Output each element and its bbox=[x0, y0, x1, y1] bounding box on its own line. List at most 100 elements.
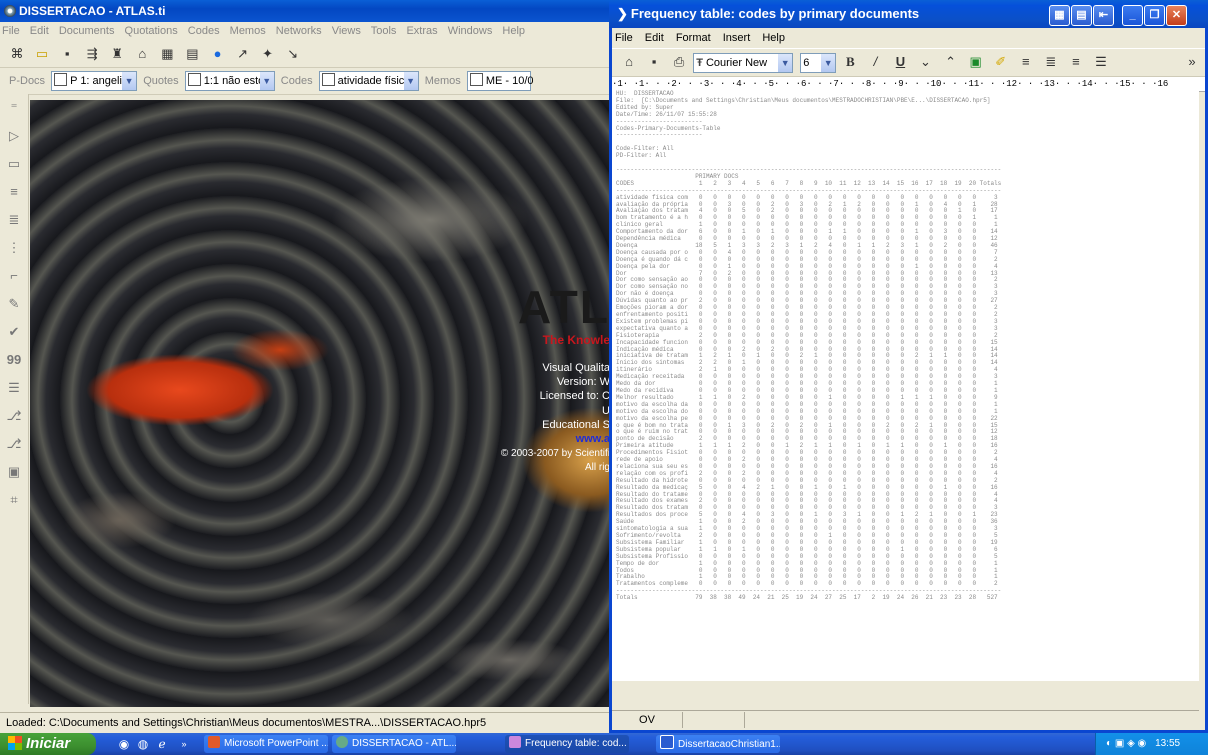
start-button[interactable]: Iniciar bbox=[0, 733, 96, 755]
frame-icon[interactable]: ▣ bbox=[4, 462, 24, 482]
save-icon[interactable]: ▪ bbox=[58, 45, 76, 63]
freq-menu-format[interactable]: Format bbox=[676, 32, 711, 44]
network-icon[interactable]: ⎇ bbox=[4, 406, 24, 426]
bullets-icon[interactable]: ☰ bbox=[1092, 53, 1110, 71]
tray-icon-3[interactable]: ◈ bbox=[1127, 738, 1135, 749]
document-manager-icon[interactable]: ▦ bbox=[158, 45, 176, 63]
highlighter-icon[interactable]: ✐ bbox=[992, 53, 1010, 71]
report-document[interactable]: HU: DISSERTACAO File: [C:\Documents and … bbox=[612, 89, 1199, 681]
pdocs-selector[interactable]: P 1: angelica ▼ bbox=[51, 71, 138, 91]
italic-icon[interactable]: / bbox=[866, 53, 884, 71]
menu-extras[interactable]: Extras bbox=[406, 25, 437, 37]
atlas-menu-bar: File Edit Documents Quotations Codes Mem… bbox=[0, 22, 610, 41]
color-icon[interactable]: ▣ bbox=[967, 53, 985, 71]
check-icon[interactable]: ✔ bbox=[4, 322, 24, 342]
font-name-select[interactable]: Ŧ Courier New ▼ bbox=[693, 53, 794, 73]
code-create-icon[interactable]: ≣ bbox=[4, 210, 24, 230]
menu-windows[interactable]: Windows bbox=[448, 25, 493, 37]
freq-menu-insert[interactable]: Insert bbox=[723, 32, 751, 44]
arrow-tool-icon[interactable]: ↗ bbox=[234, 45, 252, 63]
close-icon[interactable]: ✕ bbox=[1166, 5, 1187, 26]
menu-quotations[interactable]: Quotations bbox=[125, 25, 178, 37]
restore-pane-icon[interactable]: ⇤ bbox=[1093, 5, 1114, 26]
layout-icon[interactable]: ▦ bbox=[1049, 5, 1070, 26]
atlas-title-bar[interactable]: DISSERTACAO - ATLAS.ti bbox=[0, 0, 610, 22]
memos-selected: ME - 10/0 bbox=[485, 75, 534, 87]
network-link-icon[interactable]: ⎇ bbox=[4, 434, 24, 454]
chevron-down-icon[interactable]: ▼ bbox=[403, 72, 418, 90]
frequency-title-bar[interactable]: ❯ Frequency table: codes by primary docum… bbox=[609, 0, 1208, 28]
menu-tools[interactable]: Tools bbox=[371, 25, 397, 37]
chevron-down-icon[interactable]: ▼ bbox=[821, 54, 836, 72]
menu-codes[interactable]: Codes bbox=[188, 25, 220, 37]
menu-file[interactable]: File bbox=[2, 25, 20, 37]
quote-99-icon[interactable]: 99 bbox=[4, 350, 24, 370]
align-left-icon[interactable]: ≡ bbox=[1017, 53, 1035, 71]
code-tool-icon[interactable]: ⁼ bbox=[4, 98, 24, 118]
rectangle-icon[interactable]: ▭ bbox=[4, 154, 24, 174]
table-icon[interactable]: ▤ bbox=[183, 45, 201, 63]
underline-icon[interactable]: U bbox=[891, 53, 909, 71]
layout-2-icon[interactable]: ▤ bbox=[1071, 5, 1092, 26]
ie-icon[interactable]: ℯ bbox=[154, 736, 170, 752]
quotes-selector[interactable]: 1:1 não estou ▼ bbox=[184, 71, 275, 91]
pin-icon[interactable]: ✎ bbox=[4, 294, 24, 314]
menu-memos[interactable]: Memos bbox=[230, 25, 266, 37]
tray-icon-4[interactable]: ◉ bbox=[1138, 738, 1147, 749]
frequency-status-bar: OV bbox=[612, 710, 1199, 729]
chevron-down-icon[interactable]: ⌄ bbox=[917, 53, 935, 71]
minimize-icon[interactable]: _ bbox=[1122, 5, 1143, 26]
grid-icon[interactable]: ⌗ bbox=[4, 490, 24, 510]
in-vivo-icon[interactable]: ⌐ bbox=[4, 266, 24, 286]
code-list-icon[interactable]: ⇶ bbox=[83, 45, 101, 63]
task-frequency-table[interactable]: Frequency table: cod... bbox=[505, 735, 629, 753]
clock[interactable]: 13:55 bbox=[1155, 738, 1180, 749]
navigation-icon[interactable]: ✦ bbox=[259, 45, 277, 63]
pointer-icon[interactable]: ↘ bbox=[284, 45, 302, 63]
code-list-tool-icon[interactable]: ⋮ bbox=[4, 238, 24, 258]
save-icon[interactable]: ▪ bbox=[645, 53, 663, 71]
tray-icon-2[interactable]: ▣ bbox=[1115, 738, 1124, 749]
freq-menu-edit[interactable]: Edit bbox=[645, 32, 664, 44]
task-atlas[interactable]: DISSERTACAO - ATL... bbox=[332, 735, 456, 753]
quote-create-icon[interactable]: ≡ bbox=[4, 182, 24, 202]
hermeneutic-unit-icon[interactable]: ⌘ bbox=[8, 45, 26, 63]
word-icon bbox=[660, 735, 674, 749]
freq-menu-file[interactable]: File bbox=[615, 32, 633, 44]
splash-link[interactable]: www.a bbox=[576, 433, 610, 445]
menu-help[interactable]: Help bbox=[502, 25, 525, 37]
quicklaunch-overflow-icon[interactable]: » bbox=[176, 736, 192, 752]
menu-views[interactable]: Views bbox=[332, 25, 361, 37]
freq-menu-help[interactable]: Help bbox=[762, 32, 785, 44]
binoculars-icon[interactable]: ♜ bbox=[108, 45, 126, 63]
task-powerpoint[interactable]: Microsoft PowerPoint ... bbox=[204, 735, 328, 753]
splash-line-3: Licensed to: C bbox=[539, 390, 610, 402]
menu-networks[interactable]: Networks bbox=[276, 25, 322, 37]
align-center-icon[interactable]: ≣ bbox=[1042, 53, 1060, 71]
play-icon[interactable]: ▷ bbox=[4, 126, 24, 146]
menu-documents[interactable]: Documents bbox=[59, 25, 115, 37]
print-icon[interactable]: ⎙ bbox=[670, 53, 688, 71]
list-view-icon[interactable]: ☰ bbox=[4, 378, 24, 398]
memos-selector[interactable]: ME - 10/0 bbox=[466, 71, 534, 91]
frequency-title: Frequency table: codes by primary docume… bbox=[630, 6, 920, 21]
quicklaunch-icon-1[interactable]: ◉ bbox=[116, 736, 132, 752]
font-size-select[interactable]: 6 ▼ bbox=[800, 53, 837, 73]
tray-icon-1[interactable]: ◐ bbox=[1106, 738, 1112, 749]
open-icon[interactable]: ⌂ bbox=[620, 53, 638, 71]
quicklaunch-icon-2[interactable]: ◍ bbox=[135, 736, 151, 752]
menu-edit[interactable]: Edit bbox=[30, 25, 49, 37]
open-folder-icon[interactable]: ⌂ bbox=[133, 45, 151, 63]
chevron-down-icon[interactable]: ▼ bbox=[778, 54, 793, 72]
task-word-document[interactable]: DissertacaoChristian1... bbox=[656, 735, 780, 753]
chevron-down-icon[interactable]: ▼ bbox=[122, 72, 137, 90]
codes-selector[interactable]: atividade física ▼ bbox=[318, 71, 419, 91]
new-window-icon[interactable]: ▭ bbox=[33, 45, 51, 63]
bold-icon[interactable]: B bbox=[841, 53, 859, 71]
align-right-icon[interactable]: ≡ bbox=[1067, 53, 1085, 71]
chevron-up-icon[interactable]: ⌃ bbox=[942, 53, 960, 71]
toolbar-overflow-icon[interactable]: » bbox=[1183, 53, 1201, 71]
globe-icon[interactable]: ● bbox=[209, 45, 227, 63]
maximize-icon[interactable]: ❐ bbox=[1144, 5, 1165, 26]
chevron-down-icon[interactable]: ▼ bbox=[259, 72, 274, 90]
